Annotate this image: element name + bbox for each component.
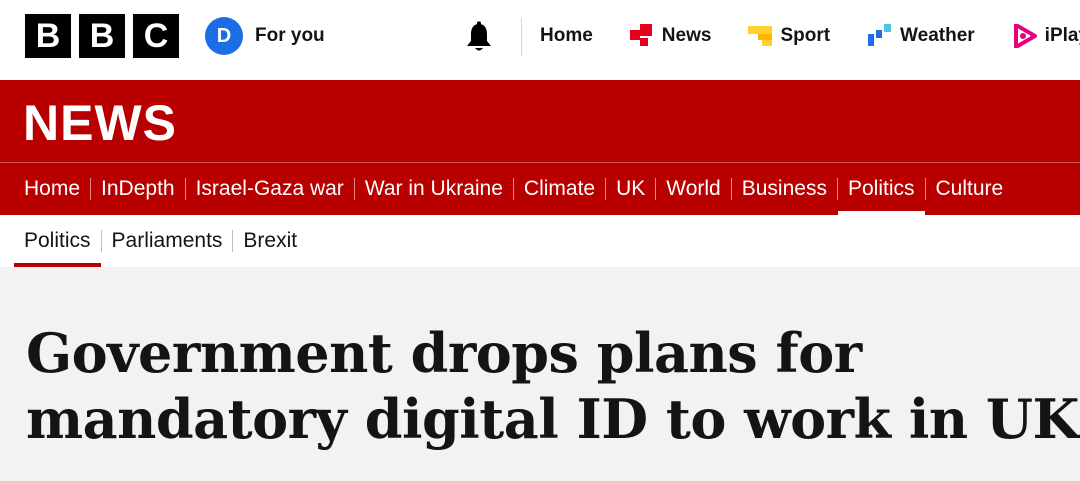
news-section-title[interactable]: NEWS — [23, 95, 177, 151]
section-nav-politics[interactable]: Politics — [837, 163, 925, 215]
section-nav-business[interactable]: Business — [732, 163, 837, 215]
global-nav-weather[interactable]: Weather — [868, 24, 975, 48]
section-nav-israel-gaza-war[interactable]: Israel-Gaza war — [186, 163, 354, 215]
section-nav-home[interactable]: Home — [14, 163, 90, 215]
global-nav-sport[interactable]: Sport — [748, 24, 830, 48]
bbc-logo-letter: B — [25, 14, 71, 58]
global-nav-iplayer[interactable]: iPlayer — [1013, 24, 1080, 48]
bbc-logo[interactable]: B B C — [25, 14, 179, 58]
masthead-divider — [521, 18, 522, 56]
bell-icon[interactable] — [462, 20, 496, 54]
section-nav-world[interactable]: World — [656, 163, 730, 215]
sport-icon — [748, 26, 773, 46]
news-section-nav: Home InDepth Israel-Gaza war War in Ukra… — [14, 163, 1013, 215]
sub-nav-brexit[interactable]: Brexit — [233, 215, 307, 267]
sub-nav-politics[interactable]: Politics — [14, 215, 101, 267]
section-nav-climate[interactable]: Climate — [514, 163, 605, 215]
weather-icon — [868, 24, 892, 46]
global-nav-weather-label: Weather — [900, 25, 975, 46]
account-label: For you — [255, 25, 325, 46]
news-icon — [629, 24, 652, 46]
global-nav-home[interactable]: Home — [540, 25, 593, 47]
global-nav-iplayer-label: iPlayer — [1044, 25, 1080, 46]
global-nav-news-label: News — [661, 25, 712, 46]
section-nav-war-in-ukraine[interactable]: War in Ukraine — [355, 163, 513, 215]
bbc-logo-letter: C — [133, 14, 179, 58]
sub-nav-parliaments[interactable]: Parliaments — [102, 215, 233, 267]
global-nav-home-label: Home — [540, 25, 593, 46]
iplayer-icon — [1013, 24, 1037, 48]
bbc-masthead: B B C D For you Home News Sport Weather … — [0, 0, 1080, 80]
bbc-logo-letter: B — [79, 14, 125, 58]
global-nav-news[interactable]: News — [629, 24, 712, 48]
politics-sub-nav: Politics Parliaments Brexit — [0, 215, 1080, 267]
section-nav-indepth[interactable]: InDepth — [91, 163, 185, 215]
section-nav-culture[interactable]: Culture — [926, 163, 1014, 215]
section-nav-uk[interactable]: UK — [606, 163, 655, 215]
avatar: D — [205, 17, 243, 55]
global-nav-sport-label: Sport — [780, 25, 831, 46]
article-headline: Government drops plans for mandatory dig… — [26, 321, 1079, 451]
global-nav: Home News Sport Weather iPla — [540, 22, 1080, 50]
account-link[interactable]: D For you — [205, 17, 325, 55]
